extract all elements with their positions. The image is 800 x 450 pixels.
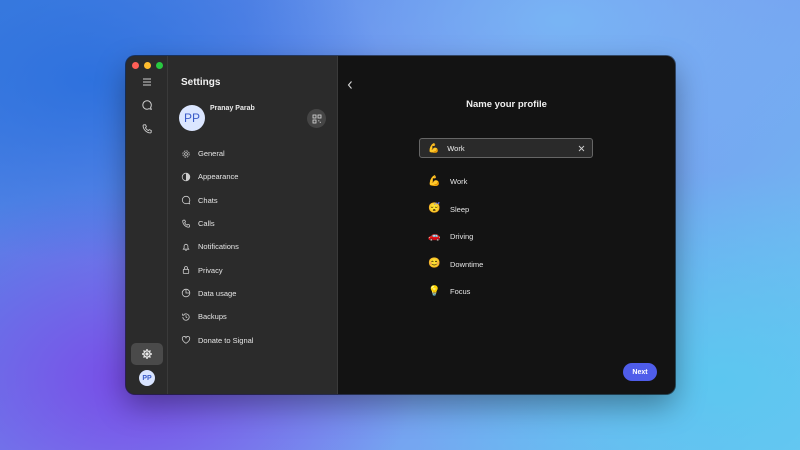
profile-name[interactable]: Pranay Parab (210, 105, 255, 112)
gear-icon (142, 349, 152, 359)
suggestion-work[interactable]: 💪 Work (428, 168, 483, 196)
settings-item-data-usage[interactable]: Data usage (181, 282, 331, 305)
settings-item-notifications[interactable]: Notifications (181, 235, 331, 258)
main-content: Name your profile 💪 💪 Work 😴 Sleep 🚗 Dri… (338, 56, 675, 394)
suggestion-label: Work (450, 177, 468, 187)
profile-name-input[interactable] (447, 143, 568, 153)
suggestion-list: 💪 Work 😴 Sleep 🚗 Driving 😊 Downtime 💡 Fo… (428, 168, 483, 306)
settings-item-label: Notifications (198, 242, 239, 252)
settings-item-chats[interactable]: Chats (181, 189, 331, 212)
chats-nav-button[interactable] (134, 94, 160, 116)
settings-item-label: General (198, 149, 225, 159)
settings-nav-button[interactable] (131, 343, 163, 365)
maximize-window-button[interactable] (156, 62, 163, 69)
settings-item-label: Appearance (198, 172, 239, 182)
settings-item-donate[interactable]: Donate to Signal (181, 328, 331, 351)
back-button[interactable] (344, 78, 356, 92)
settings-item-label: Backups (198, 312, 227, 322)
qr-code-button[interactable] (307, 109, 326, 128)
settings-item-general[interactable]: General (181, 142, 331, 165)
suggestion-sleep[interactable]: 😴 Sleep (428, 196, 483, 224)
emoji-picker-button[interactable]: 💪 (428, 143, 439, 153)
window-controls (132, 62, 163, 69)
lock-icon (182, 266, 190, 275)
minimize-window-button[interactable] (144, 62, 151, 69)
emoji: 💡 (428, 285, 441, 297)
emoji: 😴 (428, 203, 441, 215)
emoji: 🚗 (428, 230, 441, 242)
appearance-icon (181, 172, 191, 182)
settings-item-label: Chats (198, 195, 218, 205)
gear-icon (182, 150, 190, 158)
profile-name-field[interactable]: 💪 (419, 138, 593, 158)
suggestion-focus[interactable]: 💡 Focus (428, 278, 483, 306)
menu-icon (143, 78, 151, 86)
bell-icon (182, 243, 190, 251)
phone-icon (182, 219, 190, 228)
settings-item-label: Privacy (198, 265, 223, 275)
phone-icon (142, 124, 152, 134)
settings-item-backups[interactable]: Backups (181, 305, 331, 328)
chat-icon (181, 196, 191, 205)
suggestion-label: Driving (450, 232, 474, 242)
settings-item-label: Data usage (198, 288, 237, 298)
close-window-button[interactable] (132, 62, 139, 69)
menu-button[interactable] (134, 71, 160, 93)
suggestion-driving[interactable]: 🚗 Driving (428, 223, 483, 251)
qr-code-icon (312, 114, 321, 123)
chevron-left-icon (347, 81, 352, 89)
settings-item-calls[interactable]: Calls (181, 212, 331, 235)
suggestion-downtime[interactable]: 😊 Downtime (428, 251, 483, 279)
data-usage-icon (181, 289, 191, 298)
calls-nav-button[interactable] (134, 118, 160, 140)
settings-item-appearance[interactable]: Appearance (181, 165, 331, 188)
suggestion-label: Focus (450, 287, 471, 297)
chat-icon (142, 100, 152, 111)
suggestion-label: Sleep (450, 204, 470, 214)
avatar[interactable]: PP (139, 370, 155, 386)
settings-panel: Settings PP Pranay Parab General Appeara… (168, 56, 338, 394)
settings-title: Settings (181, 77, 221, 88)
close-icon (578, 145, 584, 151)
suggestion-label: Downtime (450, 259, 484, 269)
profile-avatar[interactable]: PP (179, 105, 205, 131)
clear-input-button[interactable] (576, 143, 586, 153)
settings-item-privacy[interactable]: Privacy (181, 258, 331, 281)
next-button[interactable]: Next (623, 363, 657, 381)
settings-item-label: Calls (198, 219, 215, 229)
nav-rail: PP (126, 56, 168, 394)
emoji: 😊 (428, 258, 441, 270)
settings-menu: General Appearance Chats Calls Notificat… (181, 142, 331, 352)
heart-icon (181, 336, 191, 344)
app-window: PP Settings PP Pranay Parab General Appe… (126, 56, 675, 394)
backup-icon (182, 313, 190, 321)
page-title: Name your profile (466, 99, 547, 110)
emoji: 💪 (428, 175, 441, 187)
settings-item-label: Donate to Signal (198, 335, 254, 345)
